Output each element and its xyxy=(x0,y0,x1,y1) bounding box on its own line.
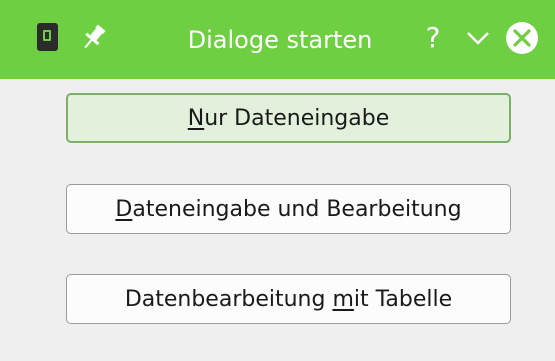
mnemonic-letter: D xyxy=(115,196,133,222)
datenbearbeitung-mit-tabelle-button[interactable]: Datenbearbeitung mit Tabelle xyxy=(66,274,511,324)
pin-icon[interactable] xyxy=(80,19,108,55)
minimize-icon[interactable] xyxy=(464,24,492,52)
help-icon[interactable]: ? xyxy=(418,18,448,58)
button-label: Nur Dateneingabe xyxy=(187,105,390,131)
window-title: Dialoge starten xyxy=(187,26,373,54)
dialog-window: Dialoge starten ? Nur Dateneingabe Daten… xyxy=(0,0,555,361)
button-label: Dateneingabe und Bearbeitung xyxy=(115,196,462,222)
nur-dateneingabe-button[interactable]: Nur Dateneingabe xyxy=(66,93,511,143)
dateneingabe-und-bearbeitung-button[interactable]: Dateneingabe und Bearbeitung xyxy=(66,184,511,234)
close-icon[interactable] xyxy=(505,21,539,55)
mnemonic-letter: N xyxy=(187,105,205,131)
title-bar[interactable]: Dialoge starten ? xyxy=(0,0,555,79)
mnemonic-letter: m xyxy=(332,286,354,312)
document-app-icon[interactable] xyxy=(37,23,58,51)
button-label: Datenbearbeitung mit Tabelle xyxy=(124,286,453,312)
